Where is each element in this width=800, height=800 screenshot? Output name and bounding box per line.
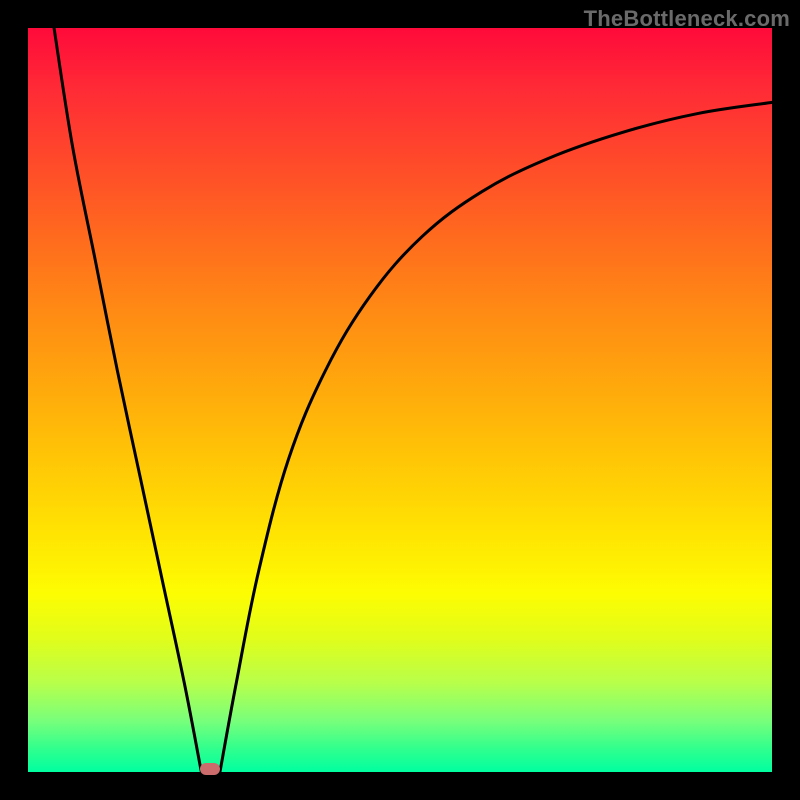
plot-area xyxy=(28,28,772,772)
chart-container: TheBottleneck.com xyxy=(0,0,800,800)
curve-right xyxy=(220,102,772,772)
bottleneck-marker xyxy=(200,763,220,775)
curve-left xyxy=(54,28,201,772)
curve-svg xyxy=(28,28,772,772)
